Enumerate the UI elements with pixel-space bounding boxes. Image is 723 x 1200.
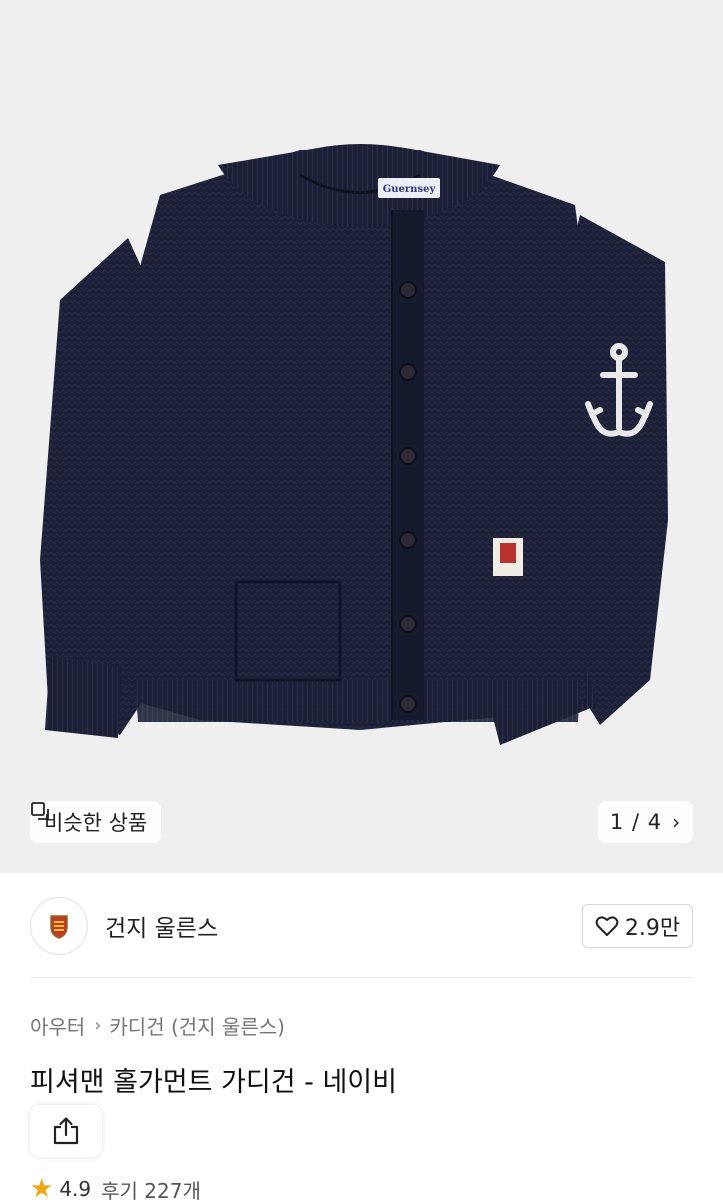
similar-items-label: 비슷한 상품 [44,811,148,835]
product-title: 피셔맨 홀가먼트 가디건 - 네이비 [30,1067,397,1098]
chevron-right-icon: › [94,1015,102,1036]
image-counter: 1 / 4 [609,810,663,834]
seller-name[interactable]: 건지 울른스 [105,909,218,943]
heart-icon [595,916,619,936]
shield-logo-icon [50,915,68,939]
product-image-carousel[interactable]: Guernsey 비슷한 상품 1 / 4 › [0,0,723,873]
breadcrumb-item-cardigan[interactable]: 카디건 (건지 울른스) [109,1011,285,1040]
chevron-right-icon: › [672,810,682,834]
image-counter-button[interactable]: 1 / 4 › [598,801,693,843]
like-count: 2.9만 [624,916,681,941]
svg-text:Guernsey: Guernsey [383,184,437,195]
star-icon: ★ [30,1174,54,1200]
share-button[interactable] [30,1105,102,1157]
review-count: 후기 227개 [101,1178,201,1200]
breadcrumb: 아우터 › 카디건 (건지 울른스) [30,1011,285,1040]
seller-avatar[interactable] [30,897,88,955]
breadcrumb-item-outer[interactable]: 아우터 [30,1011,85,1040]
copy-icon [31,802,49,820]
divider [30,977,693,978]
rating-value: 4.9 [59,1177,92,1200]
rating-row[interactable]: ★ 4.9 후기 227개 [30,1174,201,1200]
seller-row[interactable]: 건지 울른스 2.9만 [30,896,693,956]
share-icon [53,1117,79,1145]
brand-label: Guernsey [378,178,440,198]
similar-items-button[interactable]: 비슷한 상품 [30,801,162,843]
cardigan-photo: Guernsey [40,144,668,745]
like-button[interactable]: 2.9만 [582,904,693,948]
